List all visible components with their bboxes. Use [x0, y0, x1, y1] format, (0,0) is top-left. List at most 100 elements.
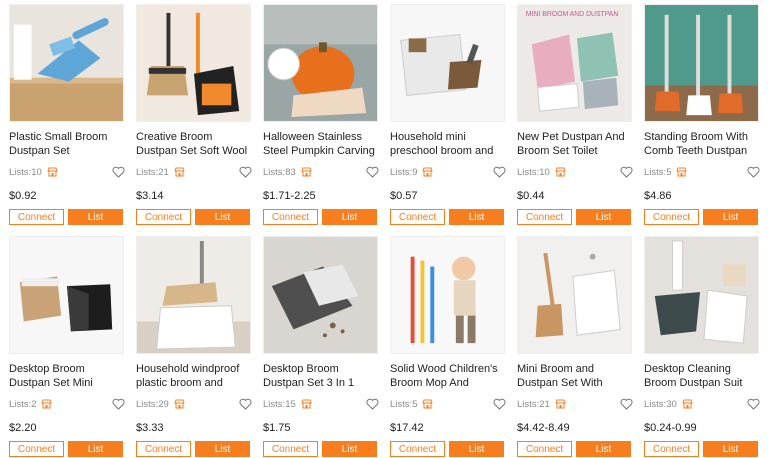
- list-button[interactable]: List: [195, 441, 250, 457]
- product-meta: Lists: 9: [390, 164, 508, 180]
- product-meta: Lists: 30: [644, 396, 762, 412]
- product-title[interactable]: Household windproof plastic broom and du…: [136, 362, 254, 390]
- product-image[interactable]: [136, 4, 251, 122]
- product-title[interactable]: Solid Wood Children's Broom Mop And Dust…: [390, 362, 508, 390]
- store-icon: [676, 167, 688, 177]
- product-actions: Connect List: [390, 209, 508, 225]
- list-button[interactable]: List: [703, 441, 758, 457]
- connect-button[interactable]: Connect: [263, 441, 318, 457]
- product-title[interactable]: Creative Broom Dustpan Set Soft Wool: [136, 130, 254, 158]
- product-image[interactable]: [390, 236, 505, 354]
- heart-icon[interactable]: [620, 166, 633, 178]
- product-actions: Connect List: [644, 441, 762, 457]
- list-button[interactable]: List: [449, 209, 504, 225]
- product-meta: Lists: 29: [136, 396, 254, 412]
- product-card[interactable]: Mini Broom and Dustpan Set With Bamboo H…: [517, 236, 635, 458]
- lists-count: 5: [412, 398, 418, 410]
- product-meta: Lists: 5: [390, 396, 508, 412]
- product-card[interactable]: Household mini preschool broom and dustp…: [390, 4, 508, 226]
- list-button[interactable]: List: [576, 441, 631, 457]
- lists-label: Lists:: [136, 398, 159, 410]
- heart-icon[interactable]: [493, 398, 506, 410]
- connect-button[interactable]: Connect: [644, 441, 699, 457]
- store-icon: [682, 399, 693, 409]
- product-title[interactable]: New Pet Dustpan And Broom Set Toilet: [517, 130, 635, 158]
- heart-icon[interactable]: [239, 398, 252, 410]
- connect-button[interactable]: Connect: [263, 209, 318, 225]
- heart-icon[interactable]: [112, 398, 125, 410]
- list-button[interactable]: List: [576, 209, 631, 225]
- product-card[interactable]: MINI BROOM AND DUSTPAN New Pet Dustpan A…: [517, 4, 635, 226]
- product-title[interactable]: Standing Broom With Comb Teeth Dustpan S…: [644, 130, 762, 158]
- connect-button[interactable]: Connect: [644, 209, 699, 225]
- product-image[interactable]: [263, 236, 378, 354]
- product-image[interactable]: [263, 4, 378, 122]
- product-title[interactable]: Household mini preschool broom and dustp…: [390, 130, 508, 158]
- connect-button[interactable]: Connect: [517, 441, 572, 457]
- product-image[interactable]: [9, 4, 124, 122]
- store-icon: [422, 167, 434, 177]
- store-icon: [555, 399, 566, 409]
- product-card[interactable]: Plastic Small Broom Dustpan Set Househol…: [9, 4, 127, 226]
- product-title[interactable]: Plastic Small Broom Dustpan Set Househol…: [9, 130, 127, 158]
- list-button[interactable]: List: [703, 209, 758, 225]
- product-price: $0.92: [9, 190, 37, 202]
- product-meta: Lists: 2: [9, 396, 127, 412]
- product-price: $4.86: [644, 190, 672, 202]
- product-title[interactable]: Mini Broom and Dustpan Set With Bamboo H…: [517, 362, 635, 390]
- product-image[interactable]: [390, 4, 505, 122]
- connect-button[interactable]: Connect: [136, 441, 191, 457]
- product-meta: Lists: 10: [517, 164, 635, 180]
- lists-count: 83: [285, 166, 296, 178]
- list-button[interactable]: List: [322, 209, 377, 225]
- product-image[interactable]: [644, 4, 759, 122]
- store-icon: [555, 167, 566, 177]
- product-card[interactable]: Household windproof plastic broom and du…: [136, 236, 254, 458]
- heart-icon[interactable]: [620, 398, 633, 410]
- lists-count: 15: [285, 398, 296, 410]
- product-title[interactable]: Desktop Broom Dustpan Set 3 In 1 Vertica…: [263, 362, 381, 390]
- product-card[interactable]: Solid Wood Children's Broom Mop And Dust…: [390, 236, 508, 458]
- product-title[interactable]: Desktop Broom Dustpan Set Mini Multifunc…: [9, 362, 127, 390]
- product-card[interactable]: Desktop Broom Dustpan Set Mini Multifunc…: [9, 236, 127, 458]
- product-actions: Connect List: [136, 441, 254, 457]
- product-meta: Lists: 83: [263, 164, 381, 180]
- heart-icon[interactable]: [239, 166, 252, 178]
- list-button[interactable]: List: [68, 209, 123, 225]
- list-button[interactable]: List: [68, 441, 123, 457]
- connect-button[interactable]: Connect: [9, 209, 64, 225]
- lists-count: 21: [158, 166, 169, 178]
- product-card[interactable]: Halloween Stainless Steel Pumpkin Carvin…: [263, 4, 381, 226]
- heart-icon[interactable]: [112, 166, 125, 178]
- product-image[interactable]: [517, 236, 632, 354]
- product-card[interactable]: Standing Broom With Comb Teeth Dustpan S…: [644, 4, 762, 226]
- product-title[interactable]: Desktop Cleaning Broom Dustpan Suit: [644, 362, 762, 390]
- heart-icon[interactable]: [747, 166, 760, 178]
- product-price: $2.20: [9, 422, 37, 434]
- store-icon: [422, 399, 434, 409]
- connect-button[interactable]: Connect: [390, 209, 445, 225]
- heart-icon[interactable]: [366, 398, 379, 410]
- product-image[interactable]: MINI BROOM AND DUSTPAN: [517, 4, 632, 122]
- connect-button[interactable]: Connect: [390, 441, 445, 457]
- lists-label: Lists:: [263, 398, 286, 410]
- heart-icon[interactable]: [493, 166, 506, 178]
- product-image[interactable]: [9, 236, 124, 354]
- product-image[interactable]: [644, 236, 759, 354]
- product-image[interactable]: [136, 236, 251, 354]
- heart-icon[interactable]: [747, 398, 760, 410]
- heart-icon[interactable]: [366, 166, 379, 178]
- product-title[interactable]: Halloween Stainless Steel Pumpkin Carvin…: [263, 130, 381, 158]
- list-button[interactable]: List: [322, 441, 377, 457]
- product-actions: Connect List: [263, 209, 381, 225]
- product-card[interactable]: Creative Broom Dustpan Set Soft Wool Lis…: [136, 4, 254, 226]
- connect-button[interactable]: Connect: [517, 209, 572, 225]
- lists-label: Lists:: [517, 398, 540, 410]
- connect-button[interactable]: Connect: [136, 209, 191, 225]
- list-button[interactable]: List: [195, 209, 250, 225]
- product-card[interactable]: Desktop Broom Dustpan Set 3 In 1 Vertica…: [263, 236, 381, 458]
- list-button[interactable]: List: [449, 441, 504, 457]
- product-card[interactable]: Desktop Cleaning Broom Dustpan Suit List…: [644, 236, 762, 458]
- connect-button[interactable]: Connect: [9, 441, 64, 457]
- product-meta: Lists: 10: [9, 164, 127, 180]
